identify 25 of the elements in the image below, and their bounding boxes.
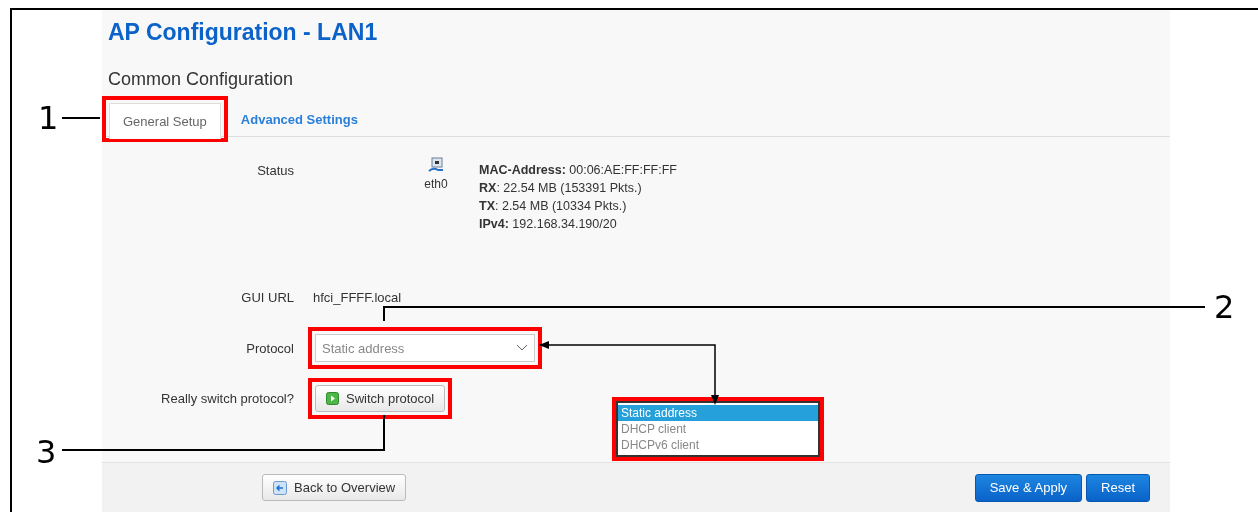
back-to-overview-button[interactable]: Back to Overview — [262, 474, 407, 501]
save-apply-button[interactable]: Save & Apply — [974, 473, 1083, 502]
status-line: MAC-Address: 00:06:AE:FF:FF:FF — [479, 163, 677, 177]
field-label: Really switch protocol? — [160, 391, 294, 406]
callout-number: 2 — [1214, 291, 1235, 323]
tab[interactable]: Advanced Settings — [227, 102, 371, 136]
section-title: Common Configuration — [108, 68, 295, 90]
callout-number: 1 — [38, 102, 59, 134]
status-line: TX: 2.54 MB (10334 Pkts.) — [479, 199, 628, 213]
protocol-select[interactable]: Static address — [315, 334, 535, 362]
page-title: AP Configuration - LAN1 — [108, 18, 379, 46]
status-line: RX: 22.54 MB (153391 Pkts.) — [479, 181, 643, 195]
callout-number: 3 — [36, 436, 57, 468]
reset-button[interactable]: Reset — [1086, 473, 1150, 502]
switch-protocol-button[interactable]: Switch protocol — [315, 385, 446, 412]
device-name: eth0 — [424, 177, 448, 191]
field-label: GUI URL — [240, 290, 294, 305]
field-label: Status — [256, 163, 294, 178]
dropdown-option[interactable]: DHCPv6 client — [618, 437, 818, 453]
field-value: hfci_FFFF.local — [313, 290, 403, 305]
dropdown-option[interactable]: Static address — [618, 405, 818, 421]
dropdown-option[interactable]: DHCP client — [618, 421, 818, 437]
status-line: IPv4: 192.168.34.190/20 — [479, 217, 618, 231]
field-label: Protocol — [245, 340, 294, 356]
tab[interactable]: General Setup — [109, 103, 221, 139]
